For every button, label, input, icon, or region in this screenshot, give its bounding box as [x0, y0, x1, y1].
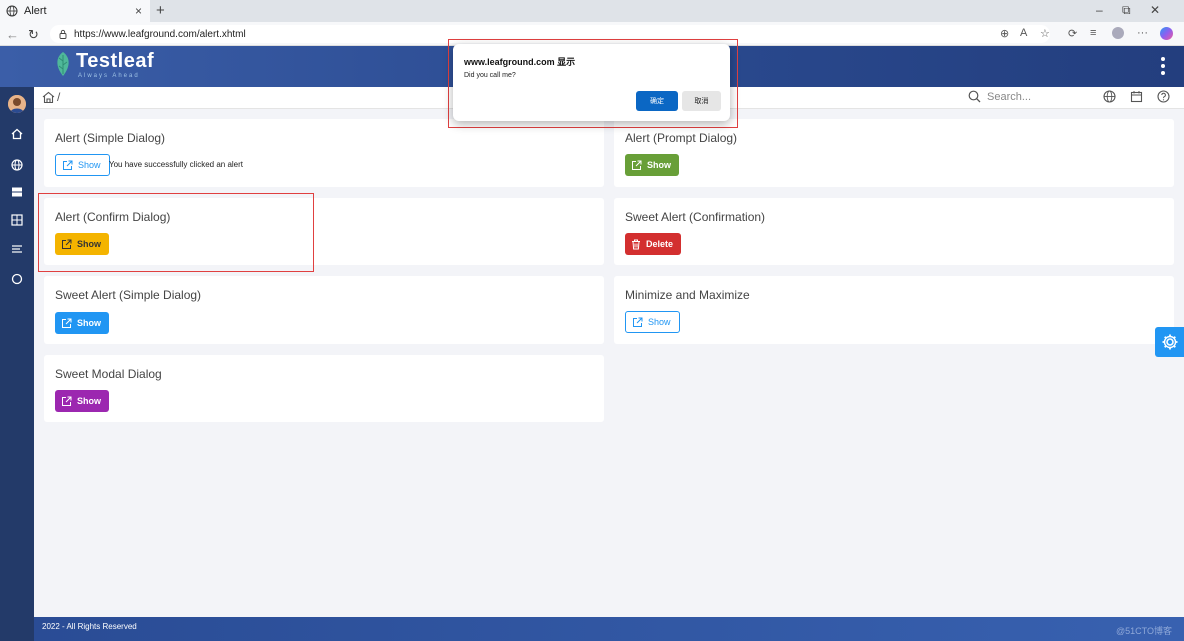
breadcrumb: / — [42, 90, 60, 104]
card-title: Sweet Alert (Simple Dialog) — [55, 288, 202, 302]
watermark: @51CTO博客 — [1116, 626, 1172, 636]
copilot-icon[interactable] — [1160, 27, 1173, 40]
tab-title: Alert — [24, 5, 47, 17]
button-label: Show — [77, 396, 101, 406]
profile-icon[interactable] — [1112, 27, 1124, 39]
search-icon — [968, 90, 981, 103]
favorite-icon[interactable]: ☆ — [1040, 27, 1050, 40]
calendar-icon[interactable] — [1130, 90, 1143, 103]
card-minimize-maximize: Minimize and Maximize Show — [614, 276, 1174, 344]
footer: 2022 - All Rights Reserved — [34, 617, 1184, 641]
sweet-modal-show-button[interactable]: Show — [55, 390, 109, 412]
breadcrumb-separator: / — [57, 90, 61, 104]
sidebar-table-icon[interactable] — [9, 214, 25, 230]
card-title: Alert (Prompt Dialog) — [625, 131, 738, 145]
language-globe-icon[interactable] — [1103, 90, 1116, 103]
sidebar-server-icon[interactable] — [9, 186, 25, 202]
copyright-text: 2022 - All Rights Reserved — [42, 622, 137, 631]
card-sweet-modal: Sweet Modal Dialog Show — [44, 355, 604, 422]
button-label: Show — [78, 160, 101, 170]
external-link-icon — [632, 160, 642, 170]
dialog-title: www.leafground.com 显示 — [464, 57, 576, 67]
confirm-card-highlight — [38, 193, 314, 272]
external-link-icon — [62, 396, 72, 406]
card-title: Sweet Modal Dialog — [55, 367, 162, 381]
home-icon[interactable] — [42, 91, 55, 104]
browser-confirm-dialog: www.leafground.com 显示 Did you call me? 确… — [453, 44, 730, 121]
avatar[interactable] — [8, 95, 26, 113]
card-title: Minimize and Maximize — [625, 288, 750, 302]
sidebar-home-icon[interactable] — [9, 128, 25, 144]
dialog-ok-button[interactable]: 确定 — [636, 91, 678, 111]
sidebar-list-icon[interactable] — [9, 243, 25, 259]
sidebar-circle-icon[interactable] — [9, 273, 25, 289]
search-box[interactable]: Search... — [968, 90, 1031, 103]
trash-icon — [632, 239, 640, 249]
more-icon[interactable]: ··· — [1137, 27, 1148, 39]
card-sweet-simple: Sweet Alert (Simple Dialog) Show — [44, 276, 604, 344]
url-text: https://www.leafground.com/alert.xhtml — [74, 28, 246, 40]
button-label: Show — [647, 160, 671, 170]
close-window-icon[interactable]: ✕ — [1150, 3, 1160, 17]
minimize-window-icon[interactable]: – — [1096, 3, 1103, 17]
leaf-logo-icon — [57, 52, 69, 76]
brand-tagline: Always Ahead — [78, 73, 140, 79]
button-label: Delete — [646, 239, 674, 249]
browser-tab-strip: Alert × + – ⧉ ✕ — [0, 0, 1184, 22]
card-prompt-dialog: Alert (Prompt Dialog) Show — [614, 119, 1174, 187]
dialog-cancel-button[interactable]: 取消 — [682, 91, 721, 111]
card-title: Alert (Simple Dialog) — [55, 131, 166, 145]
dialog-message: Did you call me? — [464, 72, 516, 79]
sweet-confirmation-delete-button[interactable]: Delete — [625, 233, 682, 255]
lock-icon — [59, 29, 67, 39]
brand-logo[interactable]: Testleaf Always Ahead — [54, 50, 155, 79]
sidebar-globe-icon[interactable] — [9, 159, 25, 175]
external-link-icon — [62, 318, 72, 328]
button-label: Show — [77, 318, 101, 328]
back-icon[interactable]: ← — [6, 27, 19, 42]
extensions-icon[interactable]: ⟳ — [1068, 27, 1077, 40]
external-link-icon — [633, 317, 643, 327]
alert-result-text: You have successfully clicked an alert — [109, 160, 243, 169]
brand-name: Testleaf — [76, 50, 155, 72]
kebab-icon[interactable] — [1158, 55, 1168, 77]
help-icon[interactable] — [1157, 90, 1170, 103]
new-tab-icon[interactable]: + — [156, 2, 165, 19]
tab-close-icon[interactable]: × — [135, 4, 142, 18]
simple-dialog-show-button[interactable]: Show — [55, 154, 110, 176]
zoom-icon[interactable]: ⊕ — [1000, 27, 1009, 40]
button-label: Show — [648, 317, 671, 327]
read-aloud-icon[interactable]: A — [1020, 27, 1027, 39]
restore-window-icon[interactable]: ⧉ — [1122, 3, 1131, 18]
collections-icon[interactable]: ≡ — [1090, 27, 1096, 39]
globe-icon — [6, 5, 18, 17]
minmax-show-button[interactable]: Show — [625, 311, 680, 333]
card-sweet-confirmation: Sweet Alert (Confirmation) Delete — [614, 198, 1174, 265]
search-input[interactable]: Search... — [987, 91, 1031, 103]
sweet-simple-show-button[interactable]: Show — [55, 312, 109, 334]
card-simple-dialog: Alert (Simple Dialog) Show You have succ… — [44, 119, 604, 187]
gear-icon[interactable] — [1155, 327, 1184, 357]
reload-icon[interactable]: ↻ — [28, 27, 39, 43]
browser-tab[interactable]: Alert × — [0, 0, 150, 22]
external-link-icon — [63, 160, 73, 170]
card-title: Sweet Alert (Confirmation) — [625, 210, 766, 224]
prompt-dialog-show-button[interactable]: Show — [625, 154, 679, 176]
sidebar — [0, 87, 34, 641]
